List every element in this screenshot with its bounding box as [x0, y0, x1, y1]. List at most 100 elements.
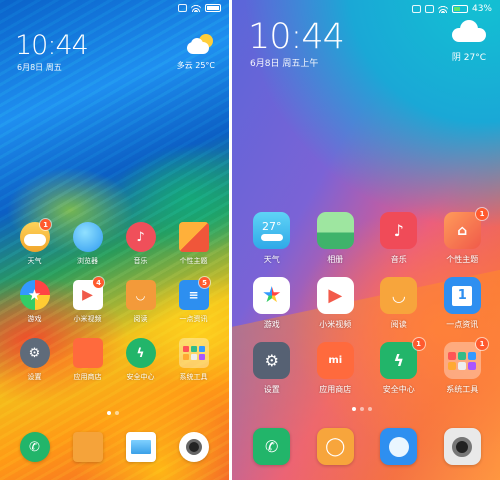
app-label: 个性主题: [446, 255, 479, 264]
app-theme[interactable]: ⌂ 1 个性主题: [431, 208, 495, 265]
dock-messages[interactable]: [61, 432, 114, 462]
app-settings[interactable]: ⚙ 设置: [240, 342, 304, 395]
app-music[interactable]: ♪ 音乐: [367, 212, 431, 265]
left-weather-text: 多云 25°C: [176, 61, 215, 70]
app-label: 游戏: [27, 315, 42, 323]
badge: 1: [476, 338, 488, 350]
weather-27-icon: 27°: [253, 212, 291, 249]
music-icon: ♪: [125, 222, 156, 252]
right-status-bar: 43%: [411, 4, 492, 14]
dock-phone[interactable]: ✆: [8, 432, 61, 462]
tools-folder-icon: [443, 342, 481, 379]
app-news[interactable]: 1 一点资讯: [431, 277, 495, 330]
wifi-icon: [191, 4, 201, 12]
app-browser[interactable]: 浏览器: [61, 222, 114, 266]
app-security[interactable]: ϟ 安全中心: [114, 338, 167, 382]
message-icon: [72, 432, 103, 462]
right-weather-text: 阴 27°C: [451, 53, 486, 63]
page-dot[interactable]: [360, 407, 364, 411]
right-clock[interactable]: 10:44: [248, 17, 345, 57]
alarm-icon: [411, 5, 421, 13]
badge: 1: [40, 219, 51, 230]
theme-brush-icon: ⌂: [443, 212, 481, 249]
news-1-icon: 1: [443, 277, 481, 314]
dock-camera[interactable]: [431, 428, 495, 465]
game-star-icon: ★: [19, 280, 50, 310]
browser-icon: [380, 428, 418, 465]
app-label: 阅读: [390, 320, 407, 329]
left-page-indicator: [107, 411, 119, 415]
app-label: 应用商店: [73, 373, 102, 381]
right-app-grid: 27° 天气 相册 ♪ 音乐 ⌂ 1 个性主题 ★ 游戏 ▶ 小米视频 ◡ 阅读…: [240, 208, 495, 395]
video-play-icon: ▶: [316, 277, 354, 314]
left-phone-screen: 10:44 6月8日 周五 多云 25°C 1 天气 浏览器 ♪ 音乐 个性主题…: [0, 0, 229, 480]
app-games[interactable]: ★ 游戏: [240, 277, 304, 330]
battery-icon: [451, 5, 468, 13]
dock-messages[interactable]: ◯: [304, 428, 368, 465]
reader-smile-icon: ◡: [380, 277, 418, 314]
app-label: 系统工具: [179, 373, 208, 381]
app-tools[interactable]: 系统工具: [167, 338, 220, 382]
app-label: 小米视频: [319, 320, 352, 329]
phone-icon: ✆: [19, 432, 50, 462]
dock-browser[interactable]: [367, 428, 431, 465]
right-date[interactable]: 6月8日 周五上午: [250, 56, 318, 69]
app-label: 浏览器: [77, 257, 98, 265]
app-store[interactable]: 应用商店: [61, 338, 114, 382]
page-dot[interactable]: [115, 411, 119, 415]
store-bag-icon: [72, 338, 103, 368]
cloud-icon: [452, 18, 486, 42]
app-label: 阅读: [133, 315, 148, 323]
page-dot-active[interactable]: [352, 407, 356, 411]
app-label: 小米视频: [73, 315, 102, 323]
app-music[interactable]: ♪ 音乐: [114, 222, 167, 266]
left-weather-widget[interactable]: 多云 25°C: [177, 34, 215, 71]
dock-gallery[interactable]: [114, 432, 167, 462]
app-label: 相册: [327, 255, 344, 264]
app-settings[interactable]: ⚙ 设置: [8, 338, 61, 382]
shield-icon: ϟ: [125, 338, 156, 368]
app-label: 一点资讯: [179, 315, 208, 323]
dock-phone[interactable]: ✆: [240, 428, 304, 465]
app-weather[interactable]: 1 天气: [8, 219, 61, 266]
music-icon: ♪: [380, 212, 418, 249]
battery-percent: 43%: [471, 4, 492, 14]
app-games[interactable]: ★ 游戏: [8, 280, 61, 324]
right-dock: ✆ ◯: [240, 428, 494, 465]
app-reader[interactable]: ◡ 阅读: [114, 280, 167, 324]
gallery-icon: [125, 432, 156, 462]
wifi-icon: [437, 5, 448, 13]
browser-icon: [72, 222, 103, 252]
reader-smile-icon: ◡: [125, 280, 156, 310]
left-app-grid: 1 天气 浏览器 ♪ 音乐 个性主题 ★ 游戏 ▶ 4 小米视频 ◡ 阅读 ≡ …: [8, 219, 221, 382]
badge: 1: [412, 338, 425, 350]
badge: 1: [476, 208, 488, 220]
right-weather-widget[interactable]: 阴 27°C: [452, 18, 486, 63]
page-dot[interactable]: [368, 407, 372, 411]
app-weather[interactable]: 27° 天气: [240, 212, 304, 265]
app-store[interactable]: mi 应用商店: [304, 342, 368, 395]
app-security[interactable]: ϟ 1 安全中心: [367, 338, 431, 395]
page-dot-active[interactable]: [107, 411, 111, 415]
app-label: 安全中心: [382, 385, 415, 394]
app-news[interactable]: ≡ 5 一点资讯: [167, 277, 220, 324]
app-label: 天气: [27, 257, 42, 265]
left-date[interactable]: 6月8日 周五: [17, 62, 62, 73]
alarm-icon: [178, 4, 187, 12]
app-label: 系统工具: [446, 385, 479, 394]
tools-folder-icon: [178, 338, 209, 368]
badge: 5: [199, 277, 210, 288]
left-clock[interactable]: 10:44: [15, 30, 89, 61]
app-video[interactable]: ▶ 4 小米视频: [61, 277, 114, 324]
app-theme[interactable]: 个性主题: [167, 222, 220, 266]
dock-camera[interactable]: [167, 432, 220, 462]
shield-icon: ϟ: [380, 342, 418, 379]
app-label: 游戏: [263, 320, 280, 329]
app-video[interactable]: ▶ 小米视频: [304, 277, 368, 330]
app-photos[interactable]: 相册: [304, 212, 368, 265]
theme-icon: [178, 222, 209, 252]
app-reader[interactable]: ◡ 阅读: [367, 277, 431, 330]
app-tools[interactable]: 1 系统工具: [431, 338, 495, 395]
signal-icon: [424, 5, 434, 13]
app-label: 个性主题: [179, 257, 208, 265]
